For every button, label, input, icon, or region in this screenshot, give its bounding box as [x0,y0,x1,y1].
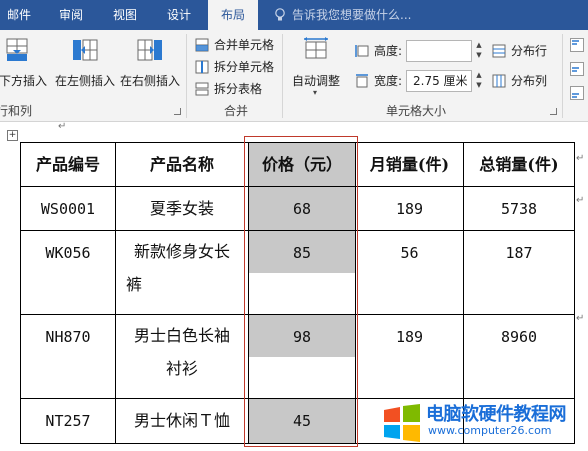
merge-cells-icon [195,38,209,52]
cell-name[interactable]: 男士白色长袖 衬衫 [115,314,249,399]
split-cells-icon [195,60,209,74]
cell-monthly[interactable]: 189 [355,314,464,399]
row-end-mark: ↵ [576,153,585,164]
cell-total[interactable]: 8960 [463,314,575,399]
row-height-icon [355,45,369,57]
cell-code[interactable]: NH870 [20,314,116,399]
split-table-icon [195,82,209,96]
autofit-dropdown-icon[interactable]: ▾ [313,88,317,97]
height-input[interactable] [406,40,472,62]
align-middle-left-icon[interactable] [570,62,584,76]
autofit-button[interactable]: 自动调整 [287,36,345,92]
insert-right-button[interactable]: 在右侧插入 [119,36,181,92]
cell-name[interactable]: 夏季女装 [115,186,249,231]
cell-total[interactable]: 187 [463,230,575,315]
row-end-mark: ↵ [576,313,585,324]
ribbon-tab-bar: 邮件 审阅 视图 设计 布局 告诉我您想要做什么... [0,0,588,31]
cell-size-launcher-icon[interactable] [550,108,557,115]
group-separator [186,34,187,118]
watermark: 电脑软硬件教程网 www.computer26.com [382,398,586,448]
tab-view[interactable]: 视图 [104,0,146,30]
height-spinner[interactable]: ▲ ▼ [474,40,484,62]
price-column-highlight [244,136,358,447]
header-name[interactable]: 产品名称 [115,142,249,187]
header-monthly[interactable]: 月销量(件) [355,142,464,187]
align-bottom-left-icon[interactable] [570,86,584,100]
split-table-label: 拆分表格 [214,82,263,96]
header-code[interactable]: 产品编号 [20,142,116,187]
header-total[interactable]: 总销量(件) [463,142,575,187]
insert-below-label: 在下方插入 [0,74,47,88]
insert-left-button[interactable]: 在左侧插入 [54,36,116,92]
width-label: 宽度: [374,74,403,88]
group-separator [562,34,563,118]
tab-layout[interactable]: 布局 [208,0,258,31]
watermark-url: www.computer26.com [428,424,552,437]
ribbon-panel: 在下方插入 在左侧插入 在右侧插入 行和列 合并单元格 [0,30,588,122]
width-spinner[interactable]: ▲ ▼ [474,70,484,92]
paragraph-mark: ↵ [58,121,67,132]
cell-code[interactable]: WS0001 [20,186,116,231]
split-cells-label: 拆分单元格 [214,60,275,74]
group-label-rows-cols: 行和列 [0,104,33,118]
insert-right-icon [137,39,162,61]
group-separator [282,34,283,118]
width-input[interactable]: 2.75 厘米 [406,70,472,92]
insert-left-label: 在左侧插入 [54,74,115,88]
column-width-icon [356,74,368,88]
windows-logo-icon [384,404,420,442]
tell-me-placeholder: 告诉我您想要做什么... [292,8,412,22]
distribute-rows-icon [492,44,506,58]
cell-monthly[interactable]: 56 [355,230,464,315]
insert-below-icon [6,38,28,61]
distribute-rows-label: 分布行 [511,44,548,58]
group-label-merge: 合并 [224,104,249,118]
height-label: 高度: [374,44,403,58]
row-end-mark: ↵ [576,195,585,206]
cell-code[interactable]: WK056 [20,230,116,315]
rows-cols-launcher-icon[interactable] [174,108,181,115]
table-move-handle-icon[interactable]: + [7,130,18,141]
insert-right-label: 在右侧插入 [119,74,180,88]
group-label-cell-size: 单元格大小 [386,104,447,118]
merge-cells-label: 合并单元格 [214,38,275,52]
insert-left-icon [73,39,98,61]
tab-mailings[interactable]: 邮件 [0,0,38,30]
cell-total[interactable]: 5738 [463,186,575,231]
cell-code[interactable]: NT257 [20,398,116,444]
insert-below-button[interactable]: 在下方插入 [0,36,48,92]
cell-monthly[interactable]: 189 [355,186,464,231]
align-top-left-icon[interactable] [570,38,584,52]
cell-name[interactable]: 男士休闲Ｔ恤 [115,398,249,444]
lightbulb-icon [275,8,285,21]
watermark-title: 电脑软硬件教程网 [426,404,567,425]
autofit-icon [304,37,328,59]
autofit-label: 自动调整 [291,74,340,88]
distribute-cols-label: 分布列 [511,74,548,88]
distribute-columns-icon [492,74,506,88]
cell-name[interactable]: 新款修身女长 裤 [115,230,249,315]
tab-design[interactable]: 设计 [158,0,200,30]
tab-review[interactable]: 审阅 [50,0,92,30]
